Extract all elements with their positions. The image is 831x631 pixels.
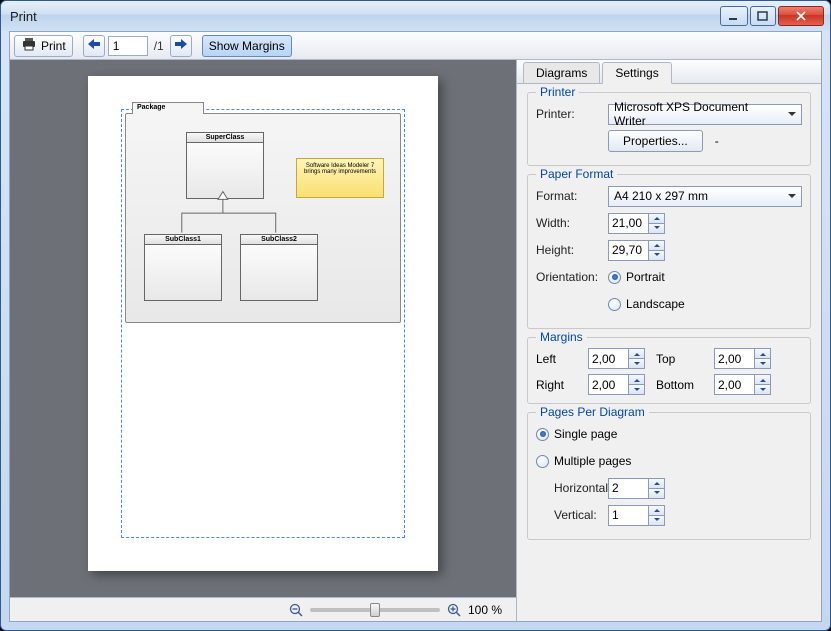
arrow-left-icon [87,38,101,53]
preview-pane: Package SuperClass Software Ideas Modele… [10,60,516,621]
width-label: Width: [536,216,608,230]
margin-right-label: Right [536,378,580,392]
printer-dash: - [715,134,719,148]
page-total: /1 [151,39,167,53]
margin-right-spinner[interactable] [588,374,646,395]
radio-multiple-pages[interactable] [536,455,549,468]
group-ppd-title: Pages Per Diagram [536,405,649,419]
group-printer-title: Printer [536,85,579,99]
single-page-label: Single page [554,427,617,441]
close-button[interactable] [778,6,824,26]
print-window: Print Print /1 Show Margins [0,0,831,631]
landscape-label: Landscape [626,297,685,311]
portrait-label: Portrait [626,270,665,284]
margin-top-spinner[interactable] [714,348,772,369]
group-paper: Paper Format Format: A4 210 x 297 mm Wid… [527,174,811,329]
radio-landscape[interactable] [608,298,621,311]
properties-button[interactable]: Properties... [608,130,703,152]
arrow-right-icon [174,38,188,53]
spin-down-icon[interactable] [648,223,665,234]
format-label: Format: [536,189,608,203]
height-label: Height: [536,243,608,257]
group-margins: Margins Left Top Right Bottom [527,337,811,404]
main-area: Package SuperClass Software Ideas Modele… [10,60,821,621]
diagram-content: Package SuperClass Software Ideas Modele… [125,113,401,323]
radio-single-page[interactable] [536,428,549,441]
zoom-in-button[interactable] [446,602,462,618]
prev-page-button[interactable] [83,35,105,57]
radio-portrait[interactable] [608,271,621,284]
group-printer: Printer Printer: Microsoft XPS Document … [527,92,811,166]
print-label: Print [41,39,66,53]
format-select[interactable]: A4 210 x 297 mm [608,186,802,207]
height-spinner[interactable] [608,240,666,261]
printer-icon [21,37,37,54]
printer-label: Printer: [536,107,608,121]
printer-select[interactable]: Microsoft XPS Document Writer [608,104,802,125]
settings-body: Printer Printer: Microsoft XPS Document … [517,84,821,621]
zoom-thumb[interactable] [370,603,380,617]
group-paper-title: Paper Format [536,167,617,181]
horizontal-spinner[interactable] [608,478,666,499]
margin-left-label: Left [536,352,580,366]
preview-scroll[interactable]: Package SuperClass Software Ideas Modele… [10,60,516,597]
margin-bottom-label: Bottom [656,378,706,392]
content-area: Print /1 Show Margins [9,31,822,622]
horizontal-label: Horizontal: [536,481,608,495]
print-button[interactable]: Print [14,35,73,57]
zoom-bar: 100 % [10,597,516,621]
zoom-out-button[interactable] [288,602,304,618]
tab-settings[interactable]: Settings [602,62,671,84]
window-controls [718,6,824,26]
show-margins-button[interactable]: Show Margins [202,35,292,57]
show-margins-label: Show Margins [209,39,285,53]
width-spinner[interactable] [608,213,666,234]
margin-bottom-spinner[interactable] [714,374,772,395]
vertical-label: Vertical: [536,508,608,522]
vertical-spinner[interactable] [608,505,666,526]
package-label: Package [132,102,204,114]
next-page-button[interactable] [170,35,192,57]
maximize-button[interactable] [750,6,776,26]
spin-up-icon[interactable] [648,213,665,223]
package-frame: Package SuperClass Software Ideas Modele… [125,113,401,323]
orientation-label: Orientation: [536,270,608,284]
page-preview: Package SuperClass Software Ideas Modele… [88,76,438,571]
toolbar: Print /1 Show Margins [10,32,821,60]
inheritance-lines [126,114,400,322]
tab-strip: Diagrams Settings [517,60,821,84]
page-number-input[interactable] [108,36,148,56]
minimize-button[interactable] [720,6,748,26]
zoom-percent: 100 % [468,603,508,617]
margin-left-spinner[interactable] [588,348,646,369]
margin-top-label: Top [656,352,706,366]
settings-pane: Diagrams Settings Printer Printer: Micro… [516,60,821,621]
tab-diagrams[interactable]: Diagrams [523,62,600,83]
margin-guide: Package SuperClass Software Ideas Modele… [121,109,405,538]
window-title: Print [7,9,718,24]
zoom-slider[interactable] [310,608,440,612]
group-margins-title: Margins [536,330,587,344]
multiple-pages-label: Multiple pages [554,454,631,468]
titlebar[interactable]: Print [1,1,830,31]
group-ppd: Pages Per Diagram Single page Multiple p… [527,412,811,540]
